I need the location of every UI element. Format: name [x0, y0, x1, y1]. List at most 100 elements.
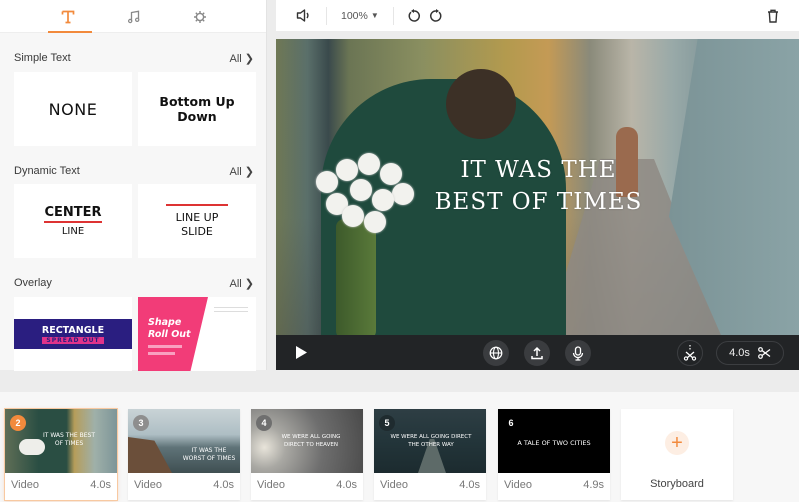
add-storyboard-button[interactable]: + Storyboard: [621, 409, 733, 500]
clip-duration: 4.0s: [213, 479, 234, 491]
clip-footer: Video 4.0s: [380, 479, 480, 491]
trim-duration-button[interactable]: 4.0s: [716, 341, 784, 365]
red-line-decoration: [166, 203, 228, 206]
template-label: RECTANGLE: [41, 324, 105, 336]
split-button[interactable]: [677, 340, 703, 366]
template-label: Shape Roll Out: [148, 317, 191, 340]
template-label: Bottom Up: [159, 94, 235, 109]
template-card-line-up-slide[interactable]: LINE UP SLIDE: [138, 184, 256, 258]
speaker-icon: [296, 9, 309, 22]
play-icon: [296, 346, 307, 359]
undo-icon: [408, 8, 420, 22]
section-title: Simple Text: [14, 52, 71, 64]
timeline-clip[interactable]: IT WAS THE WORST OF TIMES 3 Video 4.0s: [128, 409, 240, 500]
text-templates-panel: Simple Text All ❯ NONE Bottom Up Down Dy…: [0, 0, 267, 371]
clip-type: Video: [257, 479, 285, 491]
chevron-right-icon: ❯: [244, 53, 254, 65]
timeline-clip[interactable]: WE WERE ALL GOING DIRECT TO HEAVEN 4 Vid…: [251, 409, 363, 500]
timeline-clip[interactable]: WE WERE ALL GOING DIRECT THE OTHER WAY 5…: [374, 409, 486, 500]
clip-number-badge: 3: [133, 415, 149, 431]
chevron-right-icon: ❯: [244, 166, 254, 178]
redo-button[interactable]: [428, 8, 444, 24]
upload-button[interactable]: [524, 340, 550, 366]
timeline-clip[interactable]: IT WAS THE BEST OF TIMES 2 Video 4.0s: [5, 409, 117, 500]
template-card-none[interactable]: NONE: [14, 72, 132, 146]
clip-number-badge: 2: [10, 415, 26, 431]
clip-caption: WE WERE ALL GOING DIRECT TO HEAVEN: [281, 434, 341, 448]
redo-icon: [429, 8, 442, 22]
template-label: LINE UP: [175, 210, 219, 224]
template-card-center-line[interactable]: CENTER LINE: [14, 184, 132, 258]
toolbar-divider: [326, 6, 327, 25]
preview-toolbar: 100% ▼: [276, 0, 799, 31]
microphone-icon: [572, 345, 584, 361]
see-all-link[interactable]: All ❯: [229, 52, 254, 65]
template-label: NONE: [48, 99, 98, 119]
decoration-bar: [148, 345, 182, 348]
template-label: LINE: [61, 226, 85, 237]
clip-duration: 4.9s: [583, 479, 604, 491]
storyboard-label: Storyboard: [650, 478, 704, 490]
toolbar-divider: [392, 6, 394, 25]
globe-icon: [489, 346, 503, 360]
clip-type: Video: [134, 479, 162, 491]
section-title: Overlay: [14, 277, 52, 289]
man-head: [446, 69, 516, 139]
template-card-bottom-up-down[interactable]: Bottom Up Down: [138, 72, 256, 146]
panel-tabs: [0, 0, 266, 33]
scissors-icon: [757, 347, 771, 359]
upload-icon: [531, 346, 543, 360]
decoration-line: [214, 307, 248, 308]
template-card-shape-roll-out[interactable]: Shape Roll Out: [138, 297, 256, 371]
split-scissors-icon: [683, 345, 697, 361]
music-note-icon: [128, 10, 140, 23]
clip-number-badge: 5: [379, 415, 395, 431]
clip-caption: WE WERE ALL GOING DIRECT THE OTHER WAY: [390, 434, 472, 448]
see-all-link[interactable]: All ❯: [229, 165, 254, 178]
zoom-level: 100%: [341, 9, 368, 22]
text-icon: [61, 10, 75, 23]
tab-settings[interactable]: [170, 0, 230, 33]
timeline-clip[interactable]: A TALE OF TWO CITIES 6 Video 4.9s: [498, 409, 610, 500]
clip-type: Video: [380, 479, 408, 491]
section-header-simple-text: Simple Text All ❯: [14, 52, 254, 65]
clip-caption: IT WAS THE BEST OF TIMES: [42, 432, 96, 447]
template-label: SPREAD OUT: [42, 336, 104, 344]
clip-footer: Video 4.9s: [504, 479, 604, 491]
clip-type: Video: [504, 479, 532, 491]
section-header-dynamic-text: Dynamic Text All ❯: [14, 165, 254, 178]
play-button[interactable]: [296, 346, 307, 364]
clip-duration: 4.0s: [90, 479, 111, 491]
volume-button[interactable]: [294, 7, 312, 25]
storyboard-timeline: IT WAS THE BEST OF TIMES 2 Video 4.0s IT…: [0, 392, 799, 502]
clip-footer: Video 4.0s: [134, 479, 234, 491]
language-button[interactable]: [483, 340, 509, 366]
section-header-overlay: Overlay All ❯: [14, 277, 254, 290]
zoom-dropdown[interactable]: 100% ▼: [341, 10, 379, 22]
flower-stems: [336, 219, 376, 335]
decoration-bar: [148, 352, 175, 355]
clip-caption: A TALE OF TWO CITIES: [517, 439, 591, 447]
decoration-line: [214, 311, 248, 312]
template-label: CENTER: [44, 205, 102, 223]
plus-icon: +: [665, 431, 689, 455]
video-preview[interactable]: IT WAS THE BEST OF TIMES: [276, 39, 799, 335]
section-title: Dynamic Text: [14, 165, 80, 177]
undo-button[interactable]: [406, 8, 422, 24]
see-all-link[interactable]: All ❯: [229, 277, 254, 290]
template-card-rectangle-spread-out[interactable]: RECTANGLE SPREAD OUT: [14, 297, 132, 371]
chevron-right-icon: ❯: [244, 278, 254, 290]
trash-icon: [768, 9, 778, 23]
clip-number-badge: 6: [503, 415, 519, 431]
clip-number-badge: 4: [256, 415, 272, 431]
clip-duration: 4.0s: [729, 347, 750, 359]
white-flowers-bouquet: [306, 149, 416, 233]
gear-icon: [194, 10, 206, 23]
video-caption[interactable]: IT WAS THE BEST OF TIMES: [426, 154, 651, 218]
delete-button[interactable]: [765, 8, 781, 24]
clip-footer: Video 4.0s: [11, 479, 111, 491]
tab-text[interactable]: [38, 0, 98, 33]
voiceover-button[interactable]: [565, 340, 591, 366]
clip-caption: IT WAS THE WORST OF TIMES: [182, 447, 236, 462]
tab-music[interactable]: [104, 0, 164, 33]
